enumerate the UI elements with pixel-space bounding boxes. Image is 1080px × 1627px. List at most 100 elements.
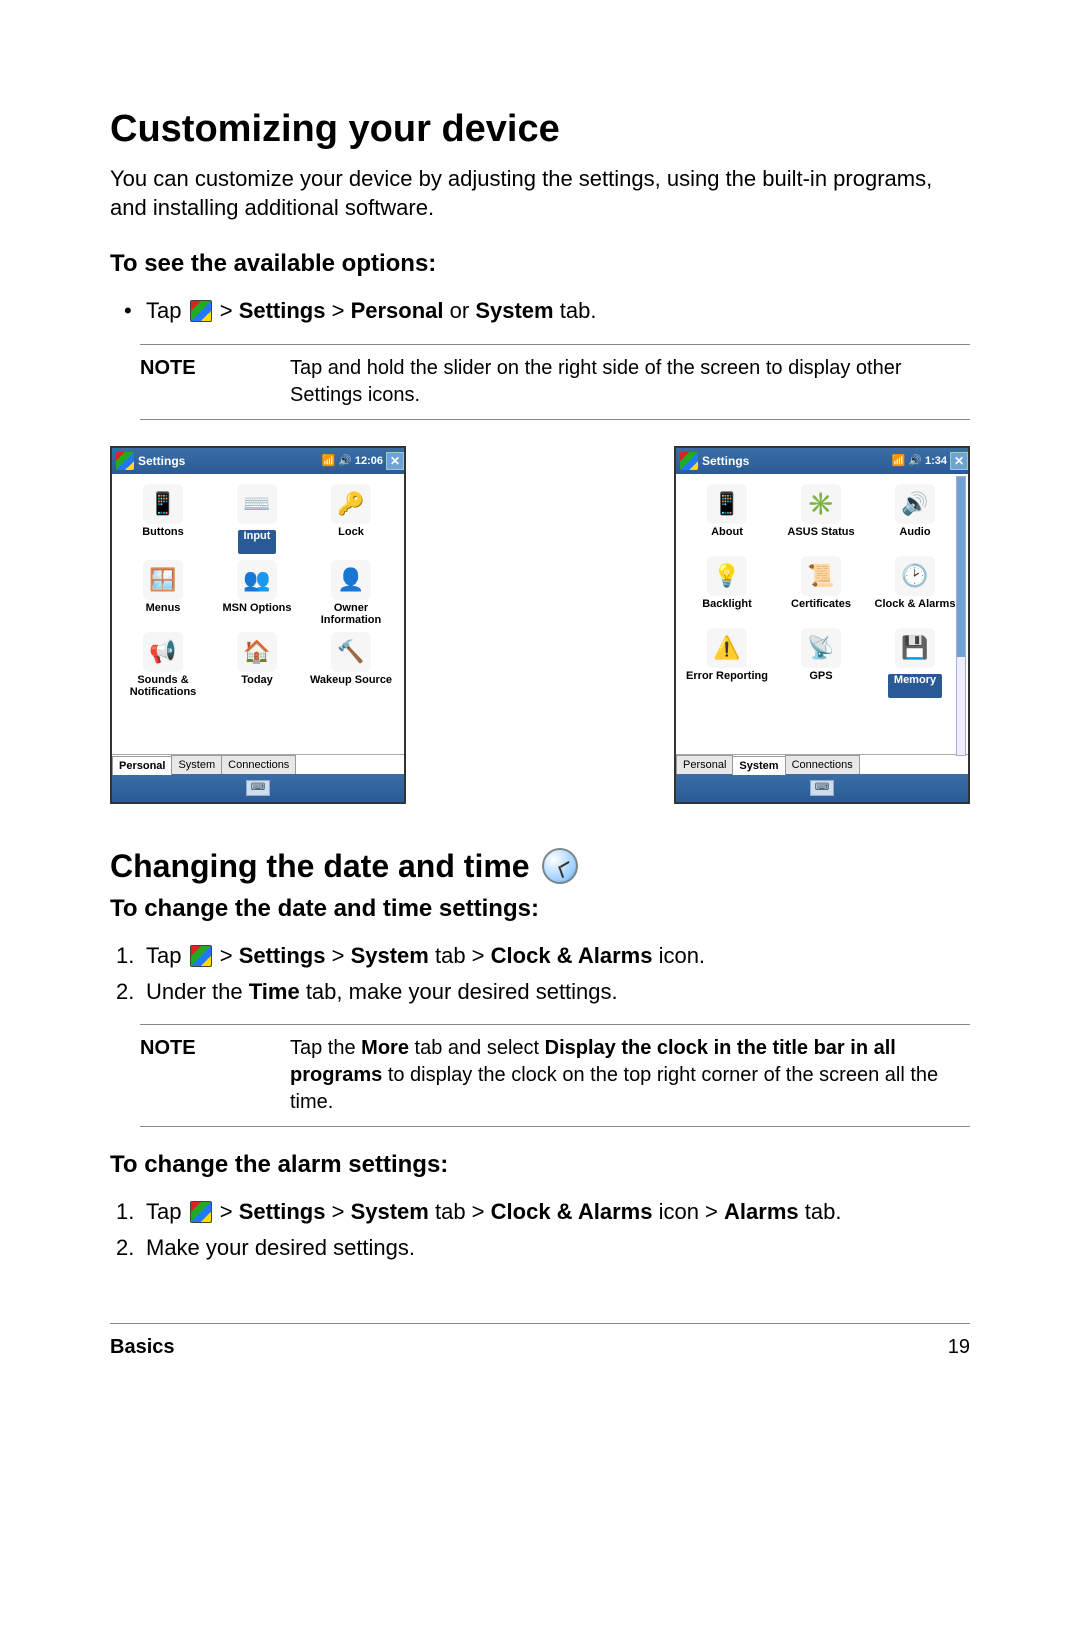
text: tab > [435, 943, 491, 968]
app-icon-sounds-notifications[interactable]: 📢Sounds & Notifications [116, 630, 210, 702]
app-icon-gps[interactable]: 📡GPS [774, 626, 868, 702]
app-icon-label: Certificates [774, 598, 868, 622]
status-icons: 📶🔊1:34 [892, 454, 947, 467]
step-item: 2. Under the Time tab, make your desired… [110, 977, 970, 1007]
tab-connections[interactable]: Connections [785, 755, 860, 774]
step-item: 1. Tap > Settings > System tab > Clock &… [110, 1197, 970, 1227]
app-icon-label: ASUS Status [774, 526, 868, 550]
app-icon-lock[interactable]: 🔑Lock [304, 482, 398, 558]
app-icon-msn-options[interactable]: 👥MSN Options [210, 558, 304, 630]
start-flag-icon[interactable] [116, 452, 134, 470]
app-icon-backlight[interactable]: 💡Backlight [680, 554, 774, 626]
app-icon-wakeup-source[interactable]: 🔨Wakeup Source [304, 630, 398, 702]
text: Tap [146, 943, 188, 968]
window-title: Settings [702, 454, 892, 468]
signal-icon: 📶 [892, 454, 906, 467]
volume-icon[interactable]: 🔊 [908, 454, 922, 467]
start-flag-icon [190, 300, 212, 322]
app-glyph-icon: 🔨 [331, 632, 371, 672]
app-icon-owner-information[interactable]: 👤Owner Information [304, 558, 398, 630]
app-icon-error-reporting[interactable]: ⚠️Error Reporting [680, 626, 774, 702]
app-icon-audio[interactable]: 🔊Audio [868, 482, 962, 554]
step-item: 2. Make your desired settings. [110, 1233, 970, 1263]
app-icon-about[interactable]: 📱About [680, 482, 774, 554]
app-icon-label: Input [238, 530, 277, 554]
app-glyph-icon: 🪟 [143, 560, 183, 600]
step-number: 1. [116, 1197, 134, 1227]
tab-connections[interactable]: Connections [221, 755, 296, 774]
page-title: Customizing your device [110, 108, 970, 151]
app-glyph-icon: ⚠️ [707, 628, 747, 668]
text: Alarms [724, 1199, 799, 1224]
app-icon-label: Audio [868, 526, 962, 550]
text: Time [249, 979, 300, 1004]
text: Tap [146, 298, 188, 323]
app-glyph-icon: 📱 [143, 484, 183, 524]
text: tab. [560, 298, 597, 323]
app-glyph-icon: 📱 [707, 484, 747, 524]
text: tab. [805, 1199, 842, 1224]
note-body: Tap the More tab and select Display the … [290, 1035, 970, 1116]
app-glyph-icon: 🏠 [237, 632, 277, 672]
clock-text: 12:06 [355, 455, 383, 467]
text: Clock & Alarms [491, 1199, 653, 1224]
text: System [351, 1199, 429, 1224]
tab-personal[interactable]: Personal [112, 756, 172, 775]
app-icon-buttons[interactable]: 📱Buttons [116, 482, 210, 558]
scrollbar[interactable] [956, 476, 966, 756]
keyboard-icon[interactable]: ⌨ [810, 780, 834, 796]
close-button[interactable]: ✕ [950, 452, 968, 470]
app-icon-menus[interactable]: 🪟Menus [116, 558, 210, 630]
text: tab and select [415, 1037, 545, 1059]
tab-strip: PersonalSystemConnections [676, 754, 968, 774]
text: Make your desired settings. [146, 1235, 415, 1260]
start-flag-icon[interactable] [680, 452, 698, 470]
text: Clock & Alarms [491, 943, 653, 968]
text: Tap [146, 1199, 188, 1224]
app-icon-label: Sounds & Notifications [116, 674, 210, 698]
text: Under the [146, 979, 249, 1004]
footer-section: Basics [110, 1336, 175, 1359]
step-number: 2. [116, 1233, 134, 1263]
app-icon-today[interactable]: 🏠Today [210, 630, 304, 702]
bullet-item: Tap > Settings > Personal or System tab. [110, 296, 970, 326]
app-icon-label: Backlight [680, 598, 774, 622]
app-icon-input[interactable]: ⌨️ Input [210, 482, 304, 558]
tab-system[interactable]: System [171, 755, 222, 774]
tab-personal[interactable]: Personal [676, 755, 733, 774]
app-icon-label: Clock & Alarms [868, 598, 962, 622]
text: Settings [239, 943, 326, 968]
note-label: NOTE [140, 1035, 290, 1116]
page-number: 19 [948, 1336, 970, 1359]
app-glyph-icon: 📡 [801, 628, 841, 668]
text: tab > [435, 1199, 491, 1224]
app-icon-certificates[interactable]: 📜Certificates [774, 554, 868, 626]
app-icon-label: Buttons [116, 526, 210, 550]
start-flag-icon [190, 945, 212, 967]
app-glyph-icon: 📜 [801, 556, 841, 596]
window-titlebar: Settings📶🔊12:06✕ [112, 448, 404, 474]
app-icon-memory[interactable]: 💾Memory [868, 626, 962, 702]
app-icon-clock-alarms[interactable]: 🕑Clock & Alarms [868, 554, 962, 626]
text: icon. [659, 943, 705, 968]
note-block: NOTE Tap and hold the slider on the righ… [140, 344, 970, 420]
intro-text: You can customize your device by adjusti… [110, 165, 970, 222]
app-glyph-icon: ⌨️ [237, 484, 277, 524]
text: Changing the date and time [110, 848, 530, 885]
text: > [332, 298, 351, 323]
tab-system[interactable]: System [732, 756, 785, 775]
keyboard-icon[interactable]: ⌨ [246, 780, 270, 796]
volume-icon[interactable]: 🔊 [338, 454, 352, 467]
step-number: 2. [116, 977, 134, 1007]
text: System [351, 943, 429, 968]
text: Tap the [290, 1037, 361, 1059]
close-button[interactable]: ✕ [386, 452, 404, 470]
subheading-change-alarm: To change the alarm settings: [110, 1151, 970, 1179]
tab-strip: PersonalSystemConnections [112, 754, 404, 774]
step-number: 1. [116, 941, 134, 971]
signal-icon: 📶 [321, 454, 335, 467]
settings-screen-personal: Settings📶🔊12:06✕ 📱Buttons ⌨️ Input 🔑Lock 🪟Men… [110, 446, 406, 804]
app-icon-asus-status[interactable]: ✳️ASUS Status [774, 482, 868, 554]
app-icon-label: MSN Options [210, 602, 304, 626]
subheading-available-options: To see the available options: [110, 250, 970, 278]
